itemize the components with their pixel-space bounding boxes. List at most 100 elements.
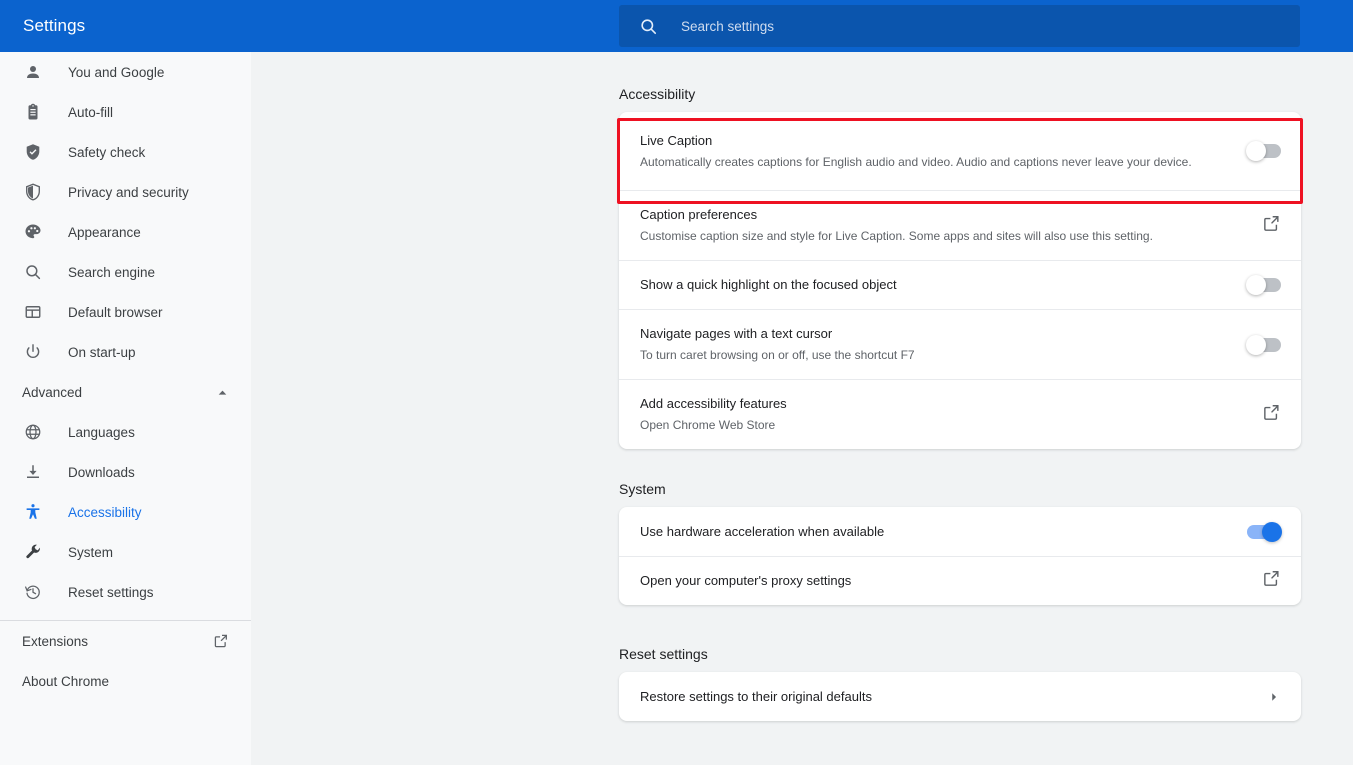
globe-icon	[22, 421, 44, 443]
shield-half-icon	[22, 181, 44, 203]
row-show-quick-highlight[interactable]: Show a quick highlight on the focused ob…	[619, 260, 1301, 309]
person-icon	[22, 61, 44, 83]
download-icon	[22, 461, 44, 483]
wrench-icon	[22, 541, 44, 563]
row-subtitle: Open Chrome Web Store	[640, 418, 776, 432]
history-restore-icon	[22, 581, 44, 603]
section-title-reset-settings: Reset settings	[619, 646, 708, 662]
chevron-right-icon[interactable]	[1267, 690, 1281, 704]
sidebar-item-label: Downloads	[68, 464, 135, 480]
sidebar-item-appearance[interactable]: Appearance	[0, 212, 251, 252]
search-icon	[639, 17, 658, 36]
row-control	[1235, 275, 1281, 295]
sidebar-item-default-browser[interactable]: Default browser	[0, 292, 251, 332]
row-control	[1235, 690, 1281, 704]
row-text: Use hardware acceleration when available	[640, 508, 1235, 556]
accessibility-settings-card: Live Caption Automatically creates capti…	[619, 112, 1301, 449]
sidebar-item-system[interactable]: System	[0, 532, 251, 572]
sidebar-item-extensions[interactable]: Extensions	[0, 621, 251, 661]
row-text: Caption preferences Customise caption si…	[640, 191, 1235, 260]
sidebar-item-downloads[interactable]: Downloads	[0, 452, 251, 492]
row-control	[1235, 521, 1282, 542]
sidebar-item-about-chrome[interactable]: About Chrome	[0, 661, 251, 701]
section-title-accessibility: Accessibility	[619, 86, 696, 102]
live-caption-toggle[interactable]	[1246, 141, 1281, 161]
sidebar-item-privacy-and-security[interactable]: Privacy and security	[0, 172, 251, 212]
row-text: Show a quick highlight on the focused ob…	[640, 261, 1235, 309]
shield-check-icon	[22, 141, 44, 163]
hardware-acceleration-toggle[interactable]	[1247, 521, 1282, 542]
settings-main-content: Accessibility Live Caption Automatically…	[251, 52, 1353, 765]
row-control	[1235, 569, 1281, 593]
row-control	[1235, 214, 1281, 238]
sidebar-item-label: Accessibility	[68, 504, 142, 520]
row-live-caption[interactable]: Live Caption Automatically creates capti…	[619, 112, 1301, 190]
sidebar-item-you-and-google[interactable]: You and Google	[0, 52, 251, 92]
sidebar-item-label: Privacy and security	[68, 184, 189, 200]
sidebar-item-label: Appearance	[68, 224, 141, 240]
row-title: Live Caption	[640, 132, 713, 148]
system-settings-card: Use hardware acceleration when available…	[619, 507, 1301, 605]
row-restore-defaults[interactable]: Restore settings to their original defau…	[619, 672, 1301, 721]
row-title: Show a quick highlight on the focused ob…	[640, 277, 897, 292]
row-subtitle: Automatically creates captions for Engli…	[640, 154, 1192, 169]
open-in-new-icon[interactable]	[1262, 403, 1281, 427]
power-icon	[22, 341, 44, 363]
toggle-knob	[1246, 334, 1266, 355]
toggle-knob	[1246, 141, 1266, 161]
quick-highlight-toggle[interactable]	[1246, 275, 1281, 295]
row-caption-preferences[interactable]: Caption preferences Customise caption si…	[619, 190, 1301, 260]
row-subtitle: Customise caption size and style for Liv…	[640, 229, 1153, 243]
search-icon	[22, 261, 44, 283]
sidebar-item-label: On start-up	[68, 344, 136, 360]
settings-sidebar: You and Google Auto-fill Safety check Pr…	[0, 52, 251, 765]
search-settings-box[interactable]: Search settings	[619, 5, 1300, 47]
row-control	[1235, 334, 1281, 355]
sidebar-item-label: You and Google	[68, 64, 165, 80]
sidebar-item-safety-check[interactable]: Safety check	[0, 132, 251, 172]
row-text: Restore settings to their original defau…	[640, 673, 1235, 721]
sidebar-section-advanced[interactable]: Advanced	[0, 372, 251, 412]
row-control	[1235, 403, 1281, 427]
sidebar-item-label: Extensions	[22, 633, 89, 649]
row-text: Open your computer's proxy settings	[640, 557, 1235, 605]
row-control	[1235, 141, 1281, 161]
open-in-new-icon[interactable]	[213, 633, 229, 649]
sidebar-item-label: Search engine	[68, 264, 156, 280]
row-text: Add accessibility features Open Chrome W…	[640, 380, 1235, 449]
row-title: Caption preferences	[640, 207, 758, 222]
sidebar-section-label: Advanced	[22, 384, 83, 400]
caret-browsing-toggle[interactable]	[1246, 334, 1281, 355]
sidebar-item-on-start-up[interactable]: On start-up	[0, 332, 251, 372]
accessibility-person-icon	[22, 501, 44, 523]
sidebar-item-reset-settings[interactable]: Reset settings	[0, 572, 251, 612]
sidebar-item-label: Auto-fill	[68, 104, 114, 120]
sidebar-item-label: About Chrome	[22, 673, 110, 689]
chevron-up-icon[interactable]	[216, 386, 229, 399]
sidebar-item-auto-fill[interactable]: Auto-fill	[0, 92, 251, 132]
reset-settings-card: Restore settings to their original defau…	[619, 672, 1301, 721]
row-title: Use hardware acceleration when available	[640, 523, 885, 539]
sidebar-item-label: Languages	[68, 424, 135, 440]
sidebar-item-languages[interactable]: Languages	[0, 412, 251, 452]
toggle-knob	[1246, 275, 1266, 295]
section-title-system: System	[619, 481, 666, 497]
open-in-new-icon[interactable]	[1262, 569, 1281, 593]
row-text: Live Caption Automatically creates capti…	[640, 117, 1235, 186]
row-title: Add accessibility features	[640, 396, 787, 411]
open-in-new-icon[interactable]	[1262, 214, 1281, 238]
row-subtitle: To turn caret browsing on or off, use th…	[640, 348, 915, 362]
sidebar-item-accessibility[interactable]: Accessibility	[0, 492, 251, 532]
sidebar-item-label: Safety check	[68, 144, 146, 160]
search-input[interactable]: Search settings	[681, 19, 774, 34]
sidebar-item-label: Reset settings	[68, 584, 154, 600]
row-text: Navigate pages with a text cursor To tur…	[640, 310, 1235, 379]
sidebar-item-label: Default browser	[68, 304, 163, 320]
row-hardware-acceleration[interactable]: Use hardware acceleration when available	[619, 507, 1301, 556]
row-title: Navigate pages with a text cursor	[640, 326, 833, 341]
row-navigate-with-text-cursor[interactable]: Navigate pages with a text cursor To tur…	[619, 309, 1301, 379]
browser-window-icon	[22, 301, 44, 323]
row-add-accessibility-features[interactable]: Add accessibility features Open Chrome W…	[619, 379, 1301, 449]
sidebar-item-search-engine[interactable]: Search engine	[0, 252, 251, 292]
row-proxy-settings[interactable]: Open your computer's proxy settings	[619, 556, 1301, 605]
